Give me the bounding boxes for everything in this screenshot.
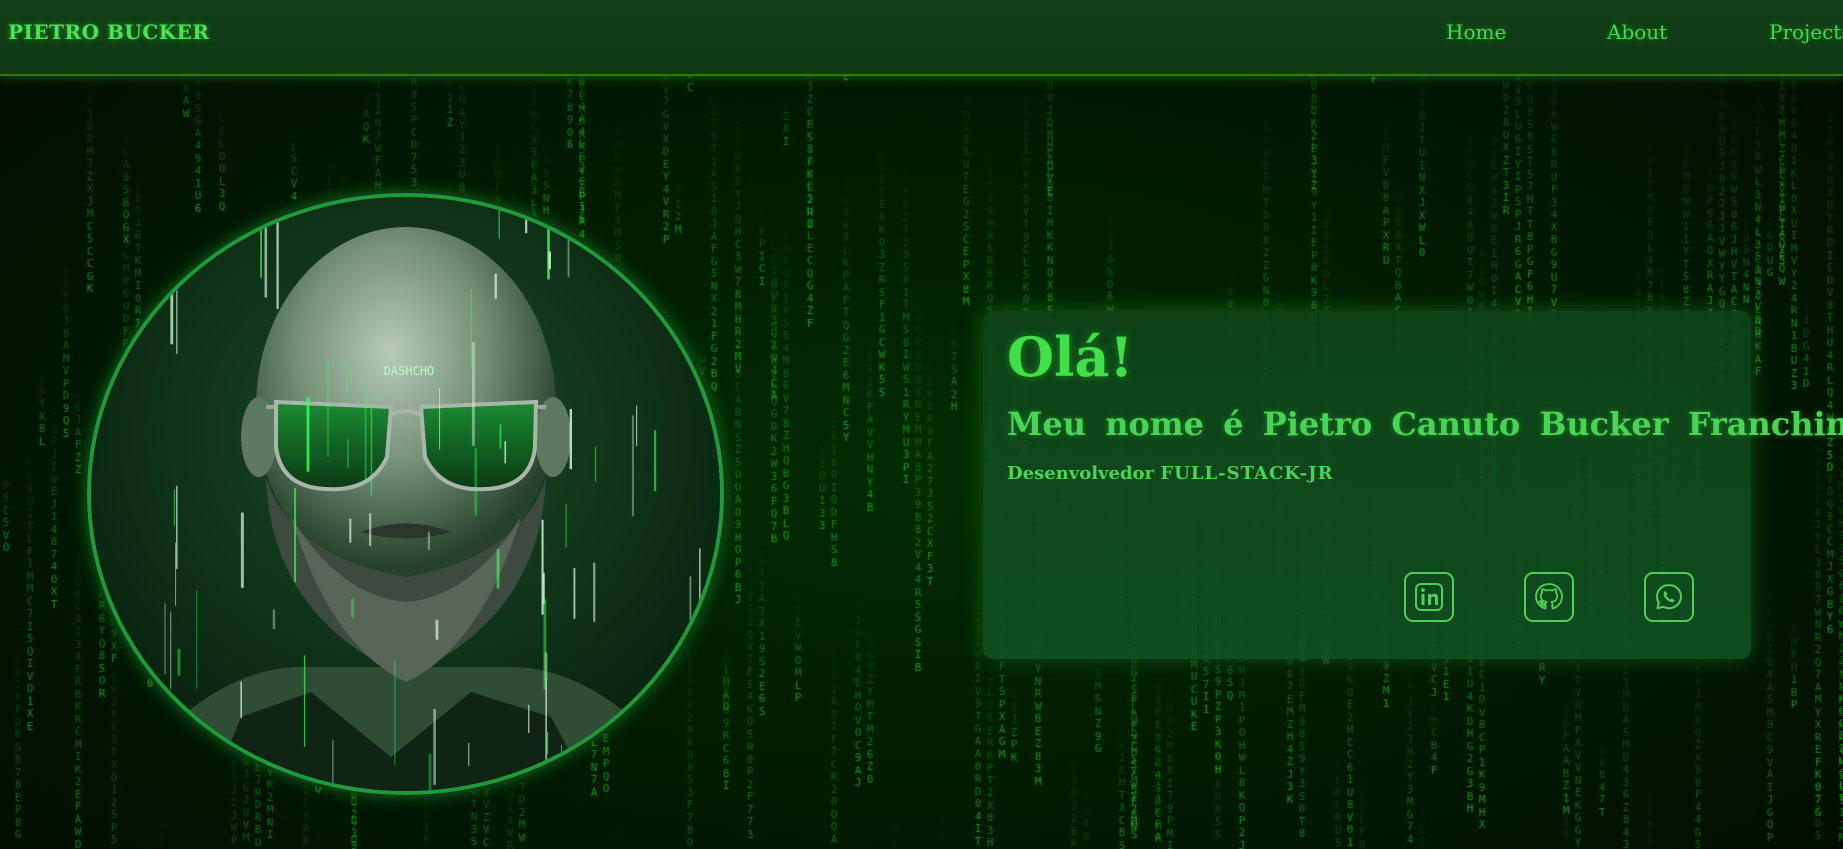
portrait-text: DASHCHO — [384, 364, 435, 378]
greeting-heading: Olá! — [1007, 325, 1134, 389]
top-navbar: PIETRO BUCKER Home About Projects — [0, 0, 1843, 76]
whatsapp-icon — [1656, 584, 1682, 610]
profile-portrait: DASHCHO — [87, 193, 724, 795]
intro-card: Olá! Meu nome é Pietro Canuto Bucker Fra… — [983, 311, 1843, 659]
role-text: Desenvolvedor FULL-STACK-JR — [1007, 463, 1334, 484]
linkedin-button[interactable] — [1404, 572, 1454, 622]
github-button[interactable] — [1524, 572, 1574, 622]
nav-projects-link[interactable]: Projects — [1769, 20, 1843, 44]
github-icon — [1535, 583, 1563, 610]
nav-home-link[interactable]: Home — [1446, 20, 1506, 44]
full-name-heading: Meu nome é Pietro Canuto Bucker Franchin… — [1007, 405, 1843, 443]
whatsapp-button[interactable] — [1644, 572, 1694, 622]
site-logo[interactable]: PIETRO BUCKER — [8, 20, 210, 44]
linkedin-icon — [1415, 583, 1443, 611]
nav-about-link[interactable]: About — [1607, 20, 1667, 44]
role-prefix: Desenvolvedor — [1007, 463, 1155, 484]
role-stack: FULL-STACK-JR — [1160, 463, 1334, 484]
